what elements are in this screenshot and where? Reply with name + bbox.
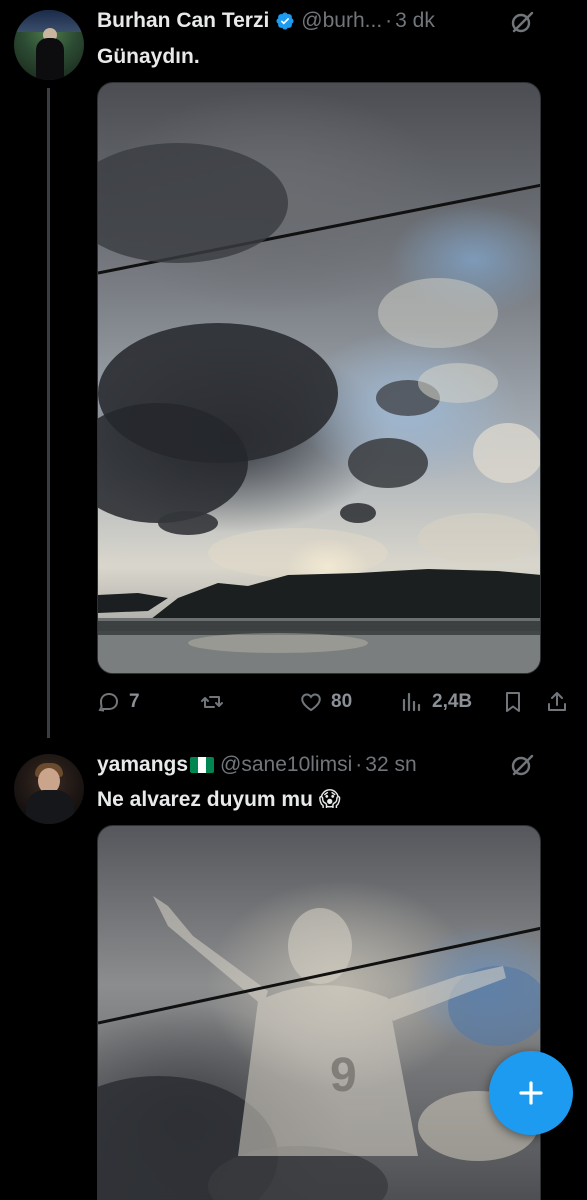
compose-button[interactable]	[489, 1051, 573, 1135]
share-icon	[548, 692, 566, 711]
grok-icon[interactable]	[509, 752, 535, 778]
reply-button[interactable]: 7	[97, 686, 140, 718]
plus-icon	[519, 1081, 543, 1105]
tweet-actions: 7 80 2,4B	[97, 686, 572, 718]
author-handle[interactable]: @sane10limsi	[220, 753, 352, 777]
views-button[interactable]: 2,4B	[400, 686, 472, 718]
tweet-photo[interactable]	[97, 82, 541, 674]
separator: ·	[385, 9, 393, 32]
views-icon	[402, 692, 421, 712]
tweet-photo[interactable]: 9	[97, 825, 541, 1200]
thread-line	[47, 88, 50, 738]
tweet-header: yamangs @sane10limsi · 32 sn	[97, 752, 417, 778]
retweet-button[interactable]	[200, 686, 232, 718]
tweet-header: Burhan Can Terzi @burh... · 3 dk	[97, 8, 435, 34]
timestamp[interactable]: 3 dk	[395, 9, 435, 33]
share-button[interactable]	[545, 686, 569, 718]
avatar[interactable]	[14, 10, 84, 80]
verified-badge-icon	[275, 11, 295, 31]
retweet-icon	[201, 696, 223, 708]
nigeria-flag-icon	[190, 757, 215, 773]
author-handle[interactable]: @burh...	[301, 9, 382, 33]
svg-text:9: 9	[330, 1049, 357, 1102]
grok-icon[interactable]	[509, 9, 535, 35]
view-count: 2,4B	[432, 691, 473, 712]
heart-icon	[301, 693, 321, 712]
like-button[interactable]: 80	[299, 686, 352, 718]
reply-icon	[98, 692, 119, 712]
author-name[interactable]: Burhan Can Terzi	[97, 9, 269, 33]
tweet-text: Ne alvarez duyum mu 😱	[97, 788, 341, 811]
bookmark-icon	[506, 692, 520, 712]
tweet-text: Günaydın.	[97, 45, 200, 68]
reply-count: 7	[129, 691, 140, 712]
tweet-2[interactable]: yamangs @sane10limsi · 32 sn Ne alvarez …	[0, 740, 587, 1200]
avatar[interactable]	[14, 754, 84, 824]
tweet-1[interactable]: Burhan Can Terzi @burh... · 3 dk Günaydı…	[0, 0, 587, 740]
like-count: 80	[331, 691, 353, 712]
author-name[interactable]: yamangs	[97, 753, 188, 777]
bookmark-button[interactable]	[501, 686, 525, 718]
timestamp[interactable]: 32 sn	[365, 753, 416, 777]
separator: ·	[355, 753, 363, 776]
